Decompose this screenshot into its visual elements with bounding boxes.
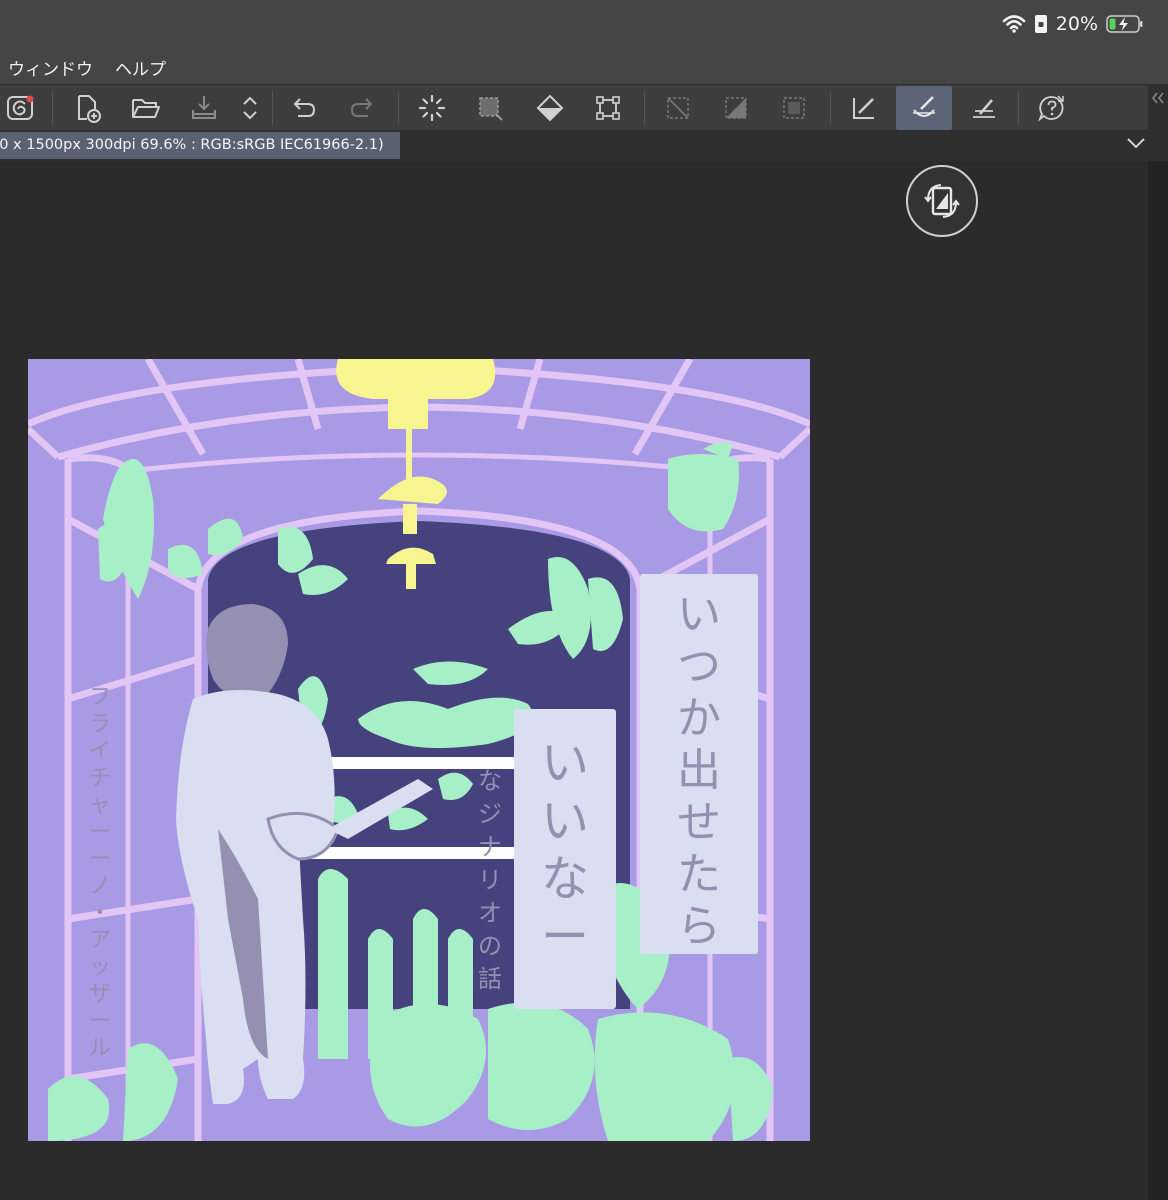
deselect-button[interactable] bbox=[658, 88, 698, 128]
scroll-toolbar-button[interactable] bbox=[230, 88, 270, 128]
svg-text:ザ: ザ bbox=[89, 982, 111, 1007]
app-menu-button[interactable] bbox=[0, 88, 40, 128]
panel-edge bbox=[1148, 161, 1168, 1200]
svg-text:た: た bbox=[677, 849, 721, 900]
invert-selection-icon bbox=[725, 97, 747, 119]
svg-text:い: い bbox=[541, 793, 589, 849]
svg-text:ー: ー bbox=[541, 909, 589, 965]
toolbar-separator bbox=[644, 91, 645, 125]
document-tab-bar: 00 x 1500px 300dpi 69.6% : RGB:sRGB IEC6… bbox=[0, 130, 1168, 161]
svg-text:ノ: ノ bbox=[89, 874, 111, 899]
battery-charging-icon bbox=[1106, 15, 1143, 33]
toolbar-separator bbox=[272, 91, 273, 125]
help-bubble-icon bbox=[1037, 95, 1064, 122]
svg-text:・: ・ bbox=[89, 901, 111, 926]
marquee-selection-icon bbox=[479, 97, 503, 121]
spinner-icon bbox=[418, 94, 446, 122]
transform-icon bbox=[596, 96, 620, 120]
chevron-down-icon[interactable] bbox=[1126, 136, 1146, 150]
middle-vertical-text: な ジ ナ リ オ の 話 bbox=[478, 767, 502, 993]
svg-text:ー: ー bbox=[89, 820, 111, 845]
artwork-canvas[interactable]: い つ か 出 せ た ら い い な ー フ ラ イ チ ャ ー ー ノ ・ … bbox=[28, 359, 810, 1141]
folder-open-icon bbox=[132, 99, 160, 118]
loading-button[interactable] bbox=[412, 88, 452, 128]
rotate-canvas-button[interactable] bbox=[906, 165, 978, 237]
svg-text:ら: ら bbox=[677, 901, 721, 952]
redo-button[interactable] bbox=[342, 88, 382, 128]
clip-studio-logo-icon bbox=[7, 95, 34, 120]
toolbar-separator bbox=[1018, 91, 1019, 125]
perspective-ruler-icon bbox=[973, 99, 995, 118]
svg-text:ジ: ジ bbox=[478, 800, 502, 828]
svg-text:つ: つ bbox=[677, 641, 721, 692]
double-chevron-left-icon bbox=[1152, 92, 1164, 104]
battery-percent: 20% bbox=[1055, 13, 1098, 35]
new-file-icon bbox=[78, 95, 101, 123]
document-tab[interactable]: 00 x 1500px 300dpi 69.6% : RGB:sRGB IEC6… bbox=[0, 132, 400, 159]
document-info: 00 x 1500px 300dpi 69.6% : RGB:sRGB IEC6… bbox=[0, 137, 384, 153]
svg-text:ャ: ャ bbox=[89, 793, 111, 818]
stabilizer-button[interactable] bbox=[896, 86, 952, 130]
svg-text:ナ: ナ bbox=[478, 833, 502, 861]
wifi-icon bbox=[1002, 15, 1026, 33]
save-button[interactable] bbox=[184, 88, 224, 128]
undo-button[interactable] bbox=[284, 88, 324, 128]
menu-help[interactable]: ヘルプ bbox=[107, 55, 180, 80]
toolbar-separator bbox=[52, 91, 53, 125]
svg-text:ー: ー bbox=[89, 847, 111, 872]
redo-icon bbox=[350, 98, 373, 117]
selection-button[interactable] bbox=[470, 88, 510, 128]
svg-text:話: 話 bbox=[478, 965, 502, 993]
screen-lock-icon bbox=[1034, 15, 1047, 33]
svg-text:リ: リ bbox=[478, 866, 502, 894]
menu-bar: ウィンドウ ヘルプ bbox=[0, 50, 1168, 84]
selection-border-icon bbox=[783, 97, 805, 119]
svg-text:イ: イ bbox=[89, 739, 111, 764]
rotate-screen-icon bbox=[924, 184, 960, 218]
save-download-icon bbox=[192, 96, 216, 119]
svg-text:な: な bbox=[541, 851, 589, 907]
status-bar: 20% bbox=[0, 0, 1168, 50]
status-indicators: 20% bbox=[1002, 10, 1144, 38]
ruler-pen-icon bbox=[853, 98, 874, 119]
svg-text:か: か bbox=[677, 693, 721, 744]
svg-text:ル: ル bbox=[89, 1036, 111, 1061]
svg-text:な: な bbox=[478, 767, 502, 795]
sign-tall-text: い つ か 出 せ た ら bbox=[677, 589, 721, 952]
clear-selection-icon bbox=[667, 97, 689, 119]
svg-text:オ: オ bbox=[478, 899, 502, 927]
perspective-ruler-button[interactable] bbox=[964, 88, 1004, 128]
svg-text:い: い bbox=[541, 735, 589, 791]
brush-stroke-icon bbox=[913, 96, 935, 117]
chevron-up-down-icon bbox=[243, 96, 257, 120]
toolbar-separator bbox=[398, 91, 399, 125]
selection-border-button[interactable] bbox=[774, 88, 814, 128]
undo-icon bbox=[293, 98, 316, 117]
svg-text:ー: ー bbox=[89, 1009, 111, 1034]
svg-text:フ: フ bbox=[89, 685, 111, 710]
svg-text:チ: チ bbox=[89, 766, 111, 791]
menu-window[interactable]: ウィンドウ bbox=[0, 55, 107, 80]
svg-text:ラ: ラ bbox=[89, 712, 111, 737]
svg-text:の: の bbox=[478, 932, 502, 960]
svg-text:ッ: ッ bbox=[89, 955, 111, 980]
fill-button[interactable] bbox=[530, 88, 570, 128]
svg-text:い: い bbox=[677, 589, 721, 640]
svg-text:せ: せ bbox=[677, 797, 721, 848]
toolbar-separator bbox=[830, 91, 831, 125]
paint-bucket-icon bbox=[536, 94, 564, 122]
command-bar bbox=[0, 84, 1148, 131]
transform-button[interactable] bbox=[588, 88, 628, 128]
new-document-button[interactable] bbox=[68, 88, 108, 128]
svg-text:出: 出 bbox=[677, 745, 721, 796]
help-button[interactable] bbox=[1032, 88, 1072, 128]
open-file-button[interactable] bbox=[126, 88, 166, 128]
svg-text:ア: ア bbox=[89, 928, 111, 953]
panel-collapse-button[interactable] bbox=[1148, 84, 1168, 130]
invert-selection-button[interactable] bbox=[716, 88, 756, 128]
ruler-button[interactable] bbox=[844, 88, 884, 128]
